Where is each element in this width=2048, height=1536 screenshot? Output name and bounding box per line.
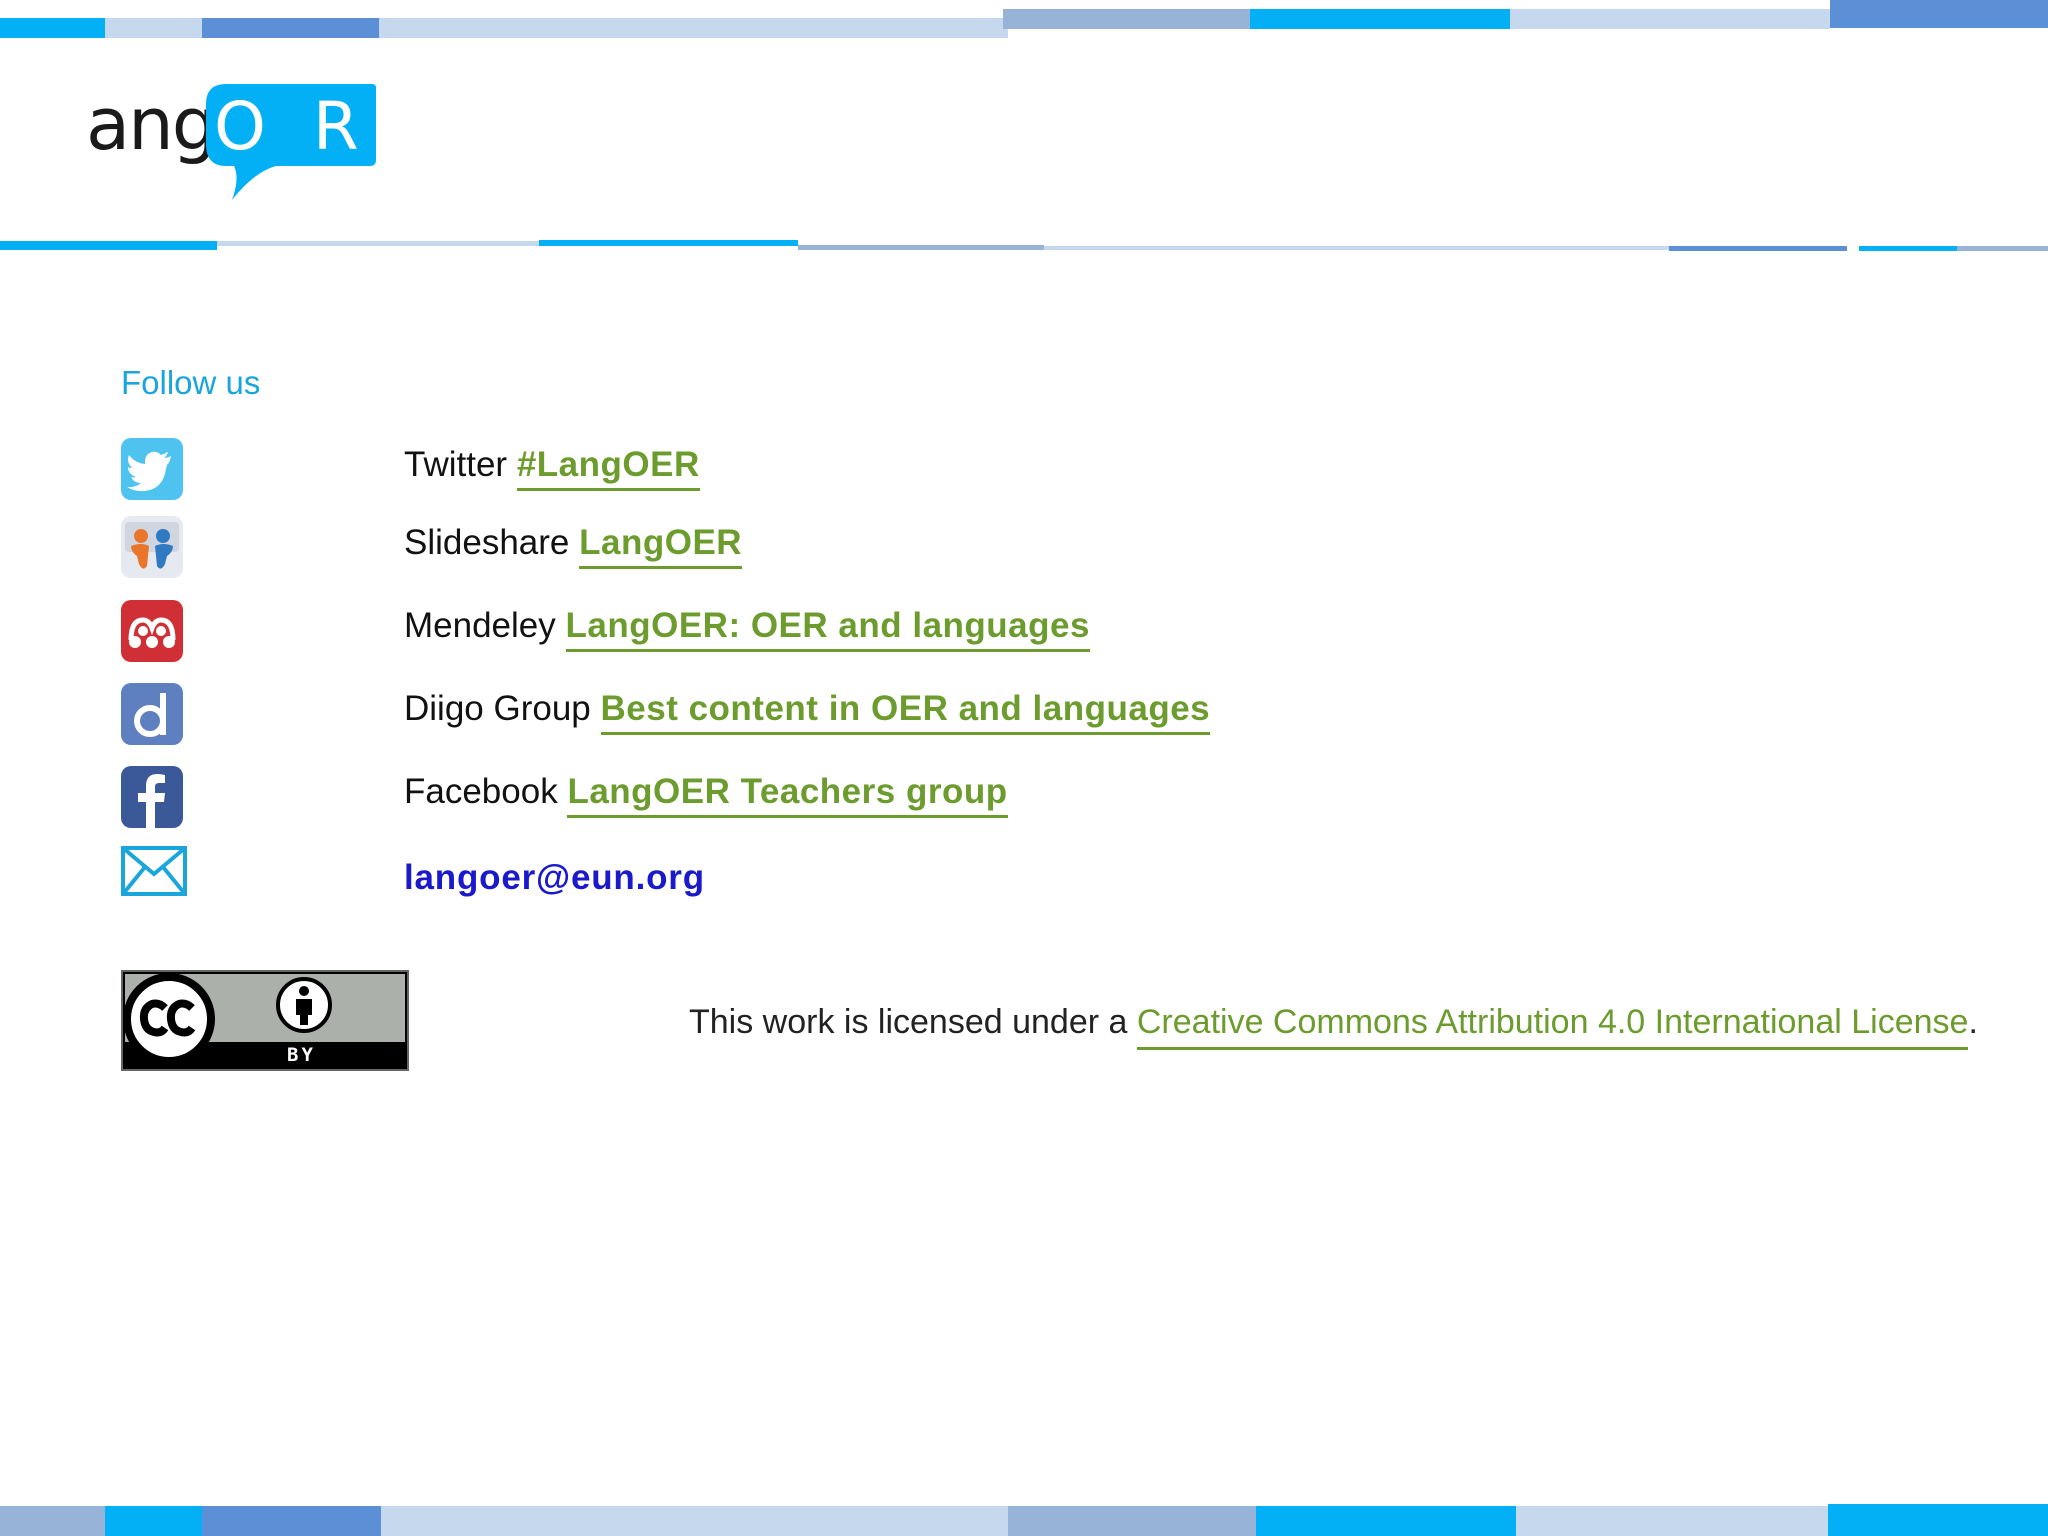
social-row-mendeley: Mendeley LangOER: OER and languages [404, 606, 1090, 652]
license-link[interactable]: Creative Commons Attribution 4.0 Interna… [1136, 1003, 1969, 1050]
cc-by-badge[interactable]: BY [121, 970, 409, 1071]
logo-bubble-text: O R [214, 88, 359, 165]
cc-badge-label: BY [287, 1044, 316, 1066]
email-link[interactable]: langoer@eun.org [404, 858, 705, 898]
diigo-link[interactable]: Best content in OER and languages [600, 689, 1211, 735]
twitter-link[interactable]: #LangOER [516, 445, 700, 491]
social-row-diigo: Diigo Group Best content in OER and lang… [404, 689, 1211, 735]
diigo-icon[interactable] [121, 683, 183, 745]
facebook-icon[interactable] [121, 766, 183, 828]
langoer-logo: ang O R [86, 82, 376, 202]
service-label: Twitter [404, 445, 508, 484]
service-label: Diigo Group [404, 689, 591, 728]
license-suffix: . [1968, 1003, 1978, 1041]
license-statement: This work is licensed under a Creative C… [689, 1003, 1978, 1050]
social-row-twitter: Twitter #LangOER [404, 445, 700, 491]
slideshare-icon[interactable] [121, 516, 183, 578]
service-label: Slideshare [404, 523, 570, 562]
slideshare-link[interactable]: LangOER [579, 523, 743, 569]
facebook-link[interactable]: LangOER Teachers group [567, 772, 1008, 818]
mendeley-icon[interactable] [121, 600, 183, 662]
follow-us-heading: Follow us [121, 364, 261, 401]
mendeley-link[interactable]: LangOER: OER and languages [565, 606, 1090, 652]
service-label: Facebook [404, 772, 558, 811]
envelope-icon[interactable] [121, 846, 187, 896]
social-row-slideshare: Slideshare LangOER [404, 523, 743, 569]
cc-by-badge-icon [121, 970, 409, 1071]
license-prefix: This work is licensed under a [689, 1003, 1137, 1041]
twitter-icon[interactable] [121, 438, 183, 500]
social-row-facebook: Facebook LangOER Teachers group [404, 772, 1008, 818]
logo-wordmark: ang [86, 82, 217, 166]
service-label: Mendeley [404, 606, 556, 645]
